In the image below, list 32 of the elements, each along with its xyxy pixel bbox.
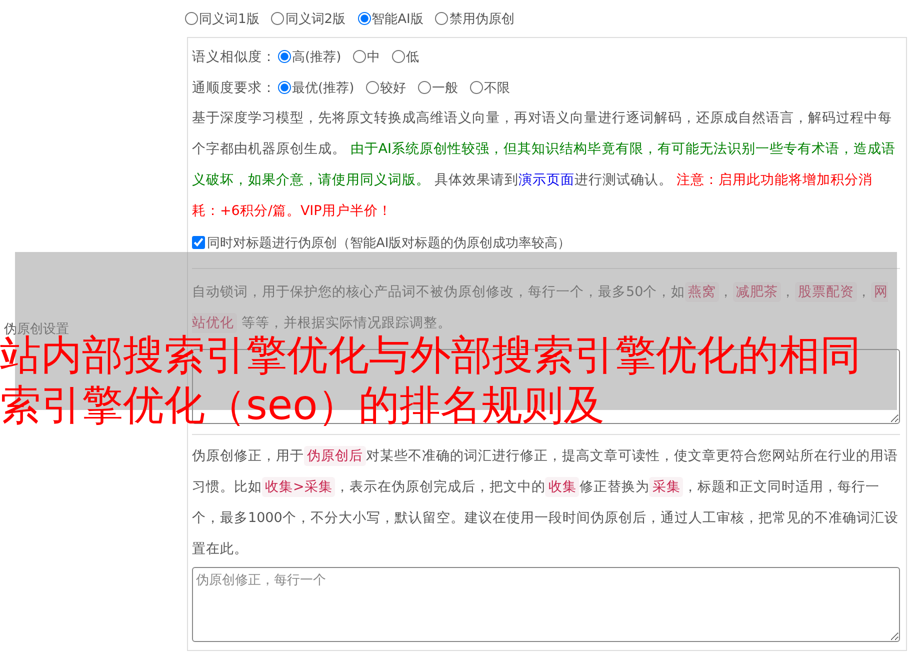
- radio-button[interactable]: [185, 12, 198, 25]
- radio-button[interactable]: [435, 12, 448, 25]
- setting-label: 通顺度要求：: [192, 78, 276, 96]
- option-label[interactable]: 智能AI版: [372, 10, 424, 28]
- radio-button[interactable]: [271, 12, 284, 25]
- option-label[interactable]: 高(推荐): [292, 48, 342, 66]
- checkbox[interactable]: [192, 236, 205, 249]
- checkbox-label[interactable]: 同时对标题进行伪原创（智能AI版对标题的伪原创成功率较高）: [207, 234, 571, 252]
- option-label[interactable]: 禁用伪原创: [449, 10, 514, 28]
- description-text: 自动锁词，用于保护您的核心产品词不被伪原创修改，每行一个，最多50个，如 燕窝 ， 减肥茶 ， 股票配资 ， 网站优化 等等，并根据实际情况跟踪调整。: [192, 281, 890, 334]
- description-text: 基于深度学习模型，先将原文转换成高维语义向量，再对语义向量进行逐词解码，还原成自然语言，解码过程中每个字都由机器原创生成。 由于AI系统原创性较强，但其知识结构毕竟有限，有可能无法识别一些专有术语，造成语义破坏，如果介意，请使用同义词版。 具体效果请到演示页面进行测试确认。 注意：启用此功能将增加积分消耗：+6积分/篇。VIP用户半价！: [192, 109, 897, 221]
- radio-button[interactable]: [353, 50, 366, 63]
- radio-button[interactable]: [418, 81, 432, 94]
- option-label[interactable]: 最优(推荐): [292, 78, 354, 96]
- radio-button[interactable]: [278, 50, 291, 63]
- radio-button[interactable]: [470, 81, 484, 94]
- radio-button[interactable]: [278, 81, 291, 94]
- option-label[interactable]: 较好: [380, 78, 406, 96]
- option-label[interactable]: 低: [406, 48, 420, 66]
- option-label[interactable]: 一般: [432, 78, 458, 96]
- overlay-caption: 索引擎优化（seo）的排名规则及: [0, 380, 605, 430]
- description-text: 伪原创修正，用于 伪原创后 对某些不准确的词汇进行修正，提高文章可读性，使文章更符合您网站所在行业的用语习惯。比如 收集>采集 ，表示在伪原创完成后，把文中的 收集 修正替换为 采集 ，标题和正文同时适用，每行一个，最多1000个，不分大小写，默认留空。建议在使用一段时间伪原创后，通过人工审核，把常见的不准确词汇设置在此。: [192, 445, 900, 559]
- option-label[interactable]: 同义词2版: [285, 10, 346, 28]
- option-label[interactable]: 中: [367, 48, 380, 66]
- radio-button[interactable]: [366, 81, 380, 94]
- option-label[interactable]: 同义词1版: [199, 10, 260, 28]
- radio-button[interactable]: [392, 50, 406, 63]
- demo-page-link[interactable]: 演示页面: [518, 172, 574, 188]
- setting-label: 语义相似度：: [192, 48, 276, 66]
- radio-button[interactable]: [358, 12, 371, 25]
- option-label[interactable]: 不限: [484, 78, 510, 96]
- text-area[interactable]: 伪原创修正，每行一个: [192, 567, 900, 642]
